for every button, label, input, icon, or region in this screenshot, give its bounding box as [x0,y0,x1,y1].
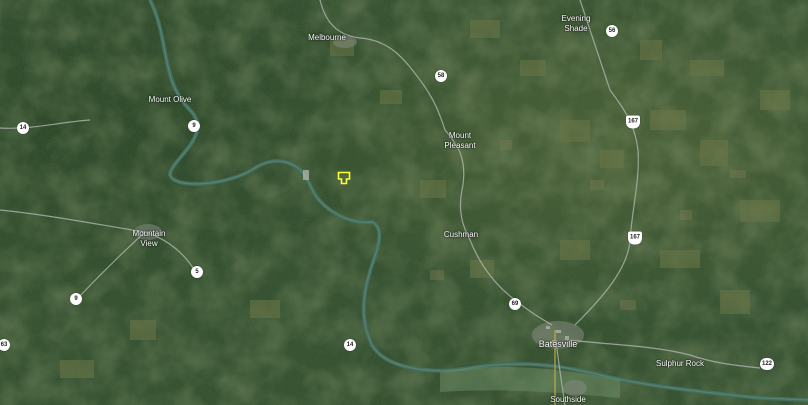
route-shield-56[interactable]: 56 [606,25,618,37]
parcel-marker-icon[interactable] [337,171,351,185]
satellite-map[interactable]: Melbourne Evening Shade Mount Olive Moun… [0,0,808,405]
route-shield-122[interactable]: 122 [759,358,775,370]
route-shield-9-north[interactable]: 9 [188,120,200,132]
route-shield-9-south[interactable]: 9 [70,293,82,305]
route-shield-167-north[interactable]: 167 [625,115,641,129]
route-shield-14-south[interactable]: 14 [344,339,356,351]
route-shield-14-west[interactable]: 14 [17,122,29,134]
route-shield-58[interactable]: 58 [435,70,447,82]
route-shield-167-south[interactable]: 167 [627,231,643,245]
route-shield-69[interactable]: 69 [509,298,521,310]
satellite-imagery[interactable] [0,0,808,405]
route-shield-5[interactable]: 5 [191,266,203,278]
